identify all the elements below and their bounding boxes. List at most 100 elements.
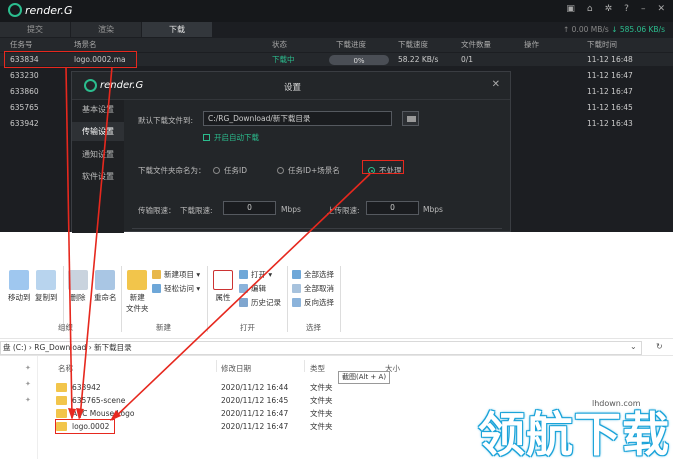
notification-icon[interactable]: ▣ xyxy=(566,4,575,14)
col-date[interactable]: 修改日期 xyxy=(221,363,251,374)
refresh-icon[interactable]: ↻ xyxy=(656,342,663,351)
explorer-ribbon: 移动到 复制到 删除 重命名 组织 新建 文件夹 新建项目 ▾ 轻松访问 ▾ 新… xyxy=(0,262,673,336)
delete-icon xyxy=(68,270,88,290)
nav-basic-settings[interactable]: 基本设置 xyxy=(72,100,124,119)
col-type[interactable]: 类型 xyxy=(310,363,325,374)
invert-selection-icon xyxy=(292,298,301,307)
dialog-header: render.G 设置 ✕ xyxy=(72,72,510,100)
button-label: 复制到 xyxy=(35,293,58,302)
task-table-header: 任务号 场景名 状态 下载进度 下载速度 文件数量 操作 下载时间 xyxy=(0,38,673,52)
button-label: 编辑 xyxy=(251,284,266,293)
row-time: 11-12 16:43 xyxy=(587,119,633,128)
button-label: 新建 文件夹 xyxy=(126,293,149,313)
file-name: 635765-scene xyxy=(72,396,126,405)
upload-limit-input[interactable]: 0 xyxy=(366,201,419,215)
col-task-id[interactable]: 任务号 xyxy=(10,38,33,52)
radio-icon xyxy=(277,167,284,174)
col-scene[interactable]: 场景名 xyxy=(74,38,97,52)
upload-limit-label: 上传限速: xyxy=(327,206,360,215)
browse-folder-button[interactable] xyxy=(402,111,419,126)
divider xyxy=(132,228,502,229)
easy-access-button[interactable]: 轻松访问 ▾ xyxy=(152,283,200,294)
nav-notification-settings[interactable]: 通知设置 xyxy=(72,145,124,164)
button-label: 历史记录 xyxy=(251,298,281,307)
breadcrumb[interactable]: 盘 (C:) › RG_Download › 新下载目录 xyxy=(0,341,642,355)
new-item-button[interactable]: 新建项目 ▾ xyxy=(152,269,200,280)
row-files: 0/1 xyxy=(461,55,474,64)
pin-icon[interactable]: ✦ xyxy=(25,380,31,388)
divider xyxy=(216,360,217,372)
row-speed: 58.22 KB/s xyxy=(398,55,439,64)
radio-task-id-scene[interactable]: 任务ID+场景名 xyxy=(277,165,340,176)
move-icon xyxy=(9,270,30,290)
tab-download[interactable]: 下载 xyxy=(142,22,213,37)
history-icon xyxy=(239,298,248,307)
properties-icon xyxy=(213,270,233,290)
close-icon[interactable]: ✕ xyxy=(657,4,665,14)
move-to-button[interactable]: 移动到 xyxy=(8,270,31,303)
select-none-icon xyxy=(292,284,301,293)
row-time: 11-12 16:45 xyxy=(587,103,633,112)
nav-software-settings[interactable]: 软件设置 xyxy=(72,167,124,186)
navigation-pane: ✦ ✦ ✦ xyxy=(0,356,38,459)
properties-button[interactable]: 属性 xyxy=(213,270,233,303)
close-icon[interactable]: ✕ xyxy=(492,79,500,90)
task-id: 633230 xyxy=(10,71,39,80)
col-status[interactable]: 状态 xyxy=(272,38,287,52)
easy-access-icon xyxy=(152,284,161,293)
col-name[interactable]: 名称 xyxy=(58,363,73,374)
pin-icon[interactable]: ✦ xyxy=(25,396,31,404)
tab-render[interactable]: 渲染 xyxy=(71,22,142,37)
row-time: 11-12 16:48 xyxy=(587,55,633,64)
row-time: 11-12 16:47 xyxy=(587,71,633,80)
radio-task-id[interactable]: 任务ID xyxy=(213,165,247,176)
select-none-button[interactable]: 全部取消 xyxy=(292,283,334,294)
list-item[interactable]: 635765-scene 2020/11/12 16:45 文件夹 xyxy=(56,394,436,407)
task-id: 635765 xyxy=(10,103,39,112)
file-type: 文件夹 xyxy=(310,422,333,431)
download-path-label: 默认下载文件到: xyxy=(138,116,194,125)
nav-transfer-settings[interactable]: 传输设置 xyxy=(72,122,124,141)
history-button[interactable]: 历史记录 xyxy=(239,297,281,308)
file-type: 文件夹 xyxy=(310,383,333,392)
open-button[interactable]: 打开 ▾ xyxy=(239,269,272,280)
rename-button[interactable]: 重命名 xyxy=(94,270,117,303)
delete-button[interactable]: 删除 xyxy=(68,270,88,303)
button-label: 全部选择 xyxy=(304,270,334,279)
logo-mark-icon xyxy=(8,3,22,17)
download-path-input[interactable]: C:/RG_Download/新下载目录 xyxy=(203,111,392,126)
file-date: 2020/11/12 16:47 xyxy=(221,422,289,431)
help-icon[interactable]: ? xyxy=(624,4,629,14)
auto-download-label: 开启自动下载 xyxy=(214,133,259,142)
highlight-box xyxy=(55,419,115,434)
user-icon[interactable]: ⌂ xyxy=(587,4,593,14)
title-bar: render.G ▣ ⌂ ✲ ? – ✕ xyxy=(0,0,673,22)
chevron-down-icon[interactable]: ⌄ xyxy=(630,342,637,351)
new-folder-button[interactable]: 新建 文件夹 xyxy=(126,270,149,314)
edit-button[interactable]: 编辑 xyxy=(239,283,266,294)
invert-selection-button[interactable]: 反向选择 xyxy=(292,297,334,308)
logo-text: render.G xyxy=(25,3,73,17)
folder-icon xyxy=(56,383,67,392)
divider xyxy=(340,266,341,332)
button-label: 轻松访问 ▾ xyxy=(164,284,201,293)
pin-icon[interactable]: ✦ xyxy=(25,364,31,372)
col-speed[interactable]: 下载速度 xyxy=(398,38,428,52)
logo-mark-icon xyxy=(84,79,97,92)
download-limit-input[interactable]: 0 xyxy=(223,201,276,215)
upload-speed: ↑ 0.00 MB/s xyxy=(563,25,609,34)
copy-to-button[interactable]: 复制到 xyxy=(35,270,58,303)
col-time[interactable]: 下载时间 xyxy=(587,38,617,52)
app-logo: render.G xyxy=(8,3,73,17)
minimize-icon[interactable]: – xyxy=(641,4,646,14)
auto-download-checkbox[interactable]: 开启自动下载 xyxy=(203,132,259,143)
col-files[interactable]: 文件数量 xyxy=(461,38,491,52)
group-new: 新建 xyxy=(156,323,171,332)
settings-icon[interactable]: ✲ xyxy=(605,4,613,14)
folder-icon xyxy=(56,396,67,405)
col-progress[interactable]: 下载进度 xyxy=(336,38,366,52)
checkbox-icon xyxy=(203,134,210,141)
group-select: 选择 xyxy=(306,323,321,332)
select-all-button[interactable]: 全部选择 xyxy=(292,269,334,280)
tab-submit[interactable]: 提交 xyxy=(0,22,71,37)
